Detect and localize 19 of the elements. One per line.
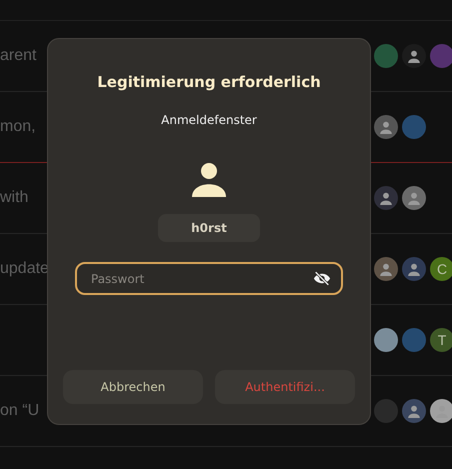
password-field[interactable]: Passwort [75,262,343,295]
avatar[interactable] [374,257,398,281]
avatar[interactable] [374,115,398,139]
avatar[interactable]: C [430,257,452,281]
avatar[interactable]: T [430,328,452,352]
username-label: h0rst [158,214,260,242]
avatar[interactable] [374,328,398,352]
avatar[interactable] [402,399,426,423]
dialog-title: Legitimierung erforderlich [97,73,321,91]
hide-password-icon[interactable] [313,271,331,286]
avatar[interactable] [374,186,398,210]
cancel-button[interactable]: Abbrechen [63,370,203,404]
dialog-subtitle: Anmeldefenster [161,113,257,127]
avatar[interactable] [430,399,452,423]
avatar[interactable] [402,257,426,281]
authenticate-button[interactable]: Authentifizi... [215,370,355,404]
user-icon [191,162,227,198]
avatar[interactable] [402,44,426,68]
avatar[interactable] [402,186,426,210]
